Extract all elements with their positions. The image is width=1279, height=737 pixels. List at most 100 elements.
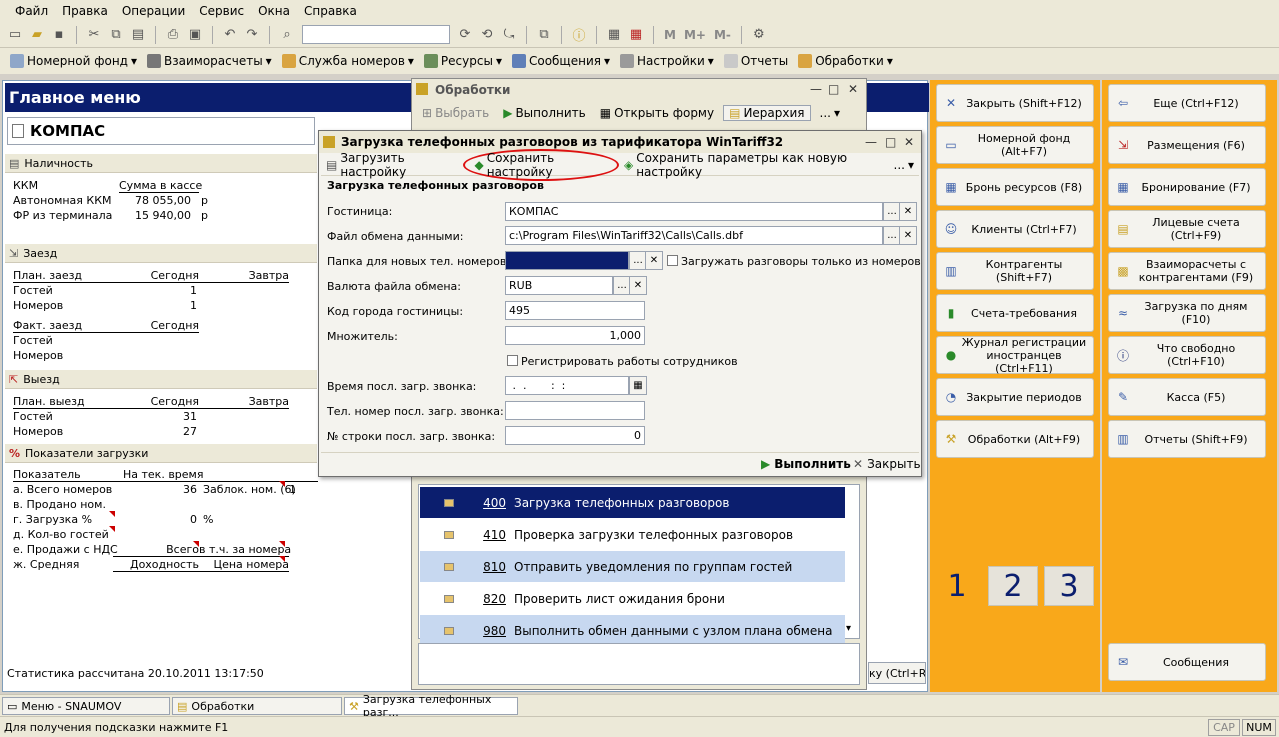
messages-button[interactable]: ✉ Сообщения: [1108, 643, 1266, 681]
memory-plus-icon[interactable]: M+: [682, 28, 708, 42]
folio-button[interactable]: ▤ Лицевые счета (Ctrl+F9): [1108, 210, 1266, 248]
cash-button[interactable]: ✎ Касса (F5): [1108, 378, 1266, 416]
task-phone-calls[interactable]: ⚒ Загрузка телефонных разг...: [344, 693, 518, 719]
more-button[interactable]: ... ▾: [815, 106, 845, 120]
cash-section-header[interactable]: ▤ Наличность: [5, 154, 317, 173]
close-button[interactable]: ✕: [848, 82, 858, 96]
more-shortcut-button[interactable]: ⇦ Еще (Ctrl+F12): [1108, 84, 1266, 122]
toolbar-rooms[interactable]: Номерной фонд ▾: [6, 54, 141, 68]
menu-windows[interactable]: Окна: [251, 4, 297, 18]
list-item[interactable]: 820 Проверить лист ожидания брони: [420, 583, 845, 614]
toolbar-reports[interactable]: Отчеты: [720, 54, 792, 68]
hotel-field[interactable]: КОМПАС: [505, 202, 883, 221]
last-phone-field[interactable]: [505, 401, 645, 420]
info-icon[interactable]: ⓘ: [570, 26, 588, 44]
calculator-icon[interactable]: ▦: [605, 26, 623, 44]
find-next-icon[interactable]: ⟳: [456, 26, 474, 44]
find-prev-icon[interactable]: ⟲: [478, 26, 496, 44]
list-item[interactable]: 410 Проверка загрузки телефонных разгово…: [420, 519, 845, 550]
menu-operations[interactable]: Операции: [115, 4, 192, 18]
checkin-section-header[interactable]: ⇲ Заезд: [5, 244, 317, 263]
only-from-numbers-checkbox[interactable]: [667, 255, 678, 266]
period-close-button[interactable]: ◔ Закрытие периодов: [936, 378, 1094, 416]
undo-icon[interactable]: ↶: [221, 26, 239, 44]
redo-icon[interactable]: ↷: [243, 26, 261, 44]
dialog-run-button[interactable]: ▶ Выполнить: [761, 457, 851, 471]
settlements-button[interactable]: ▩ Взаиморасчеты с контрагентами (F9): [1108, 252, 1266, 290]
last-time-field[interactable]: . . : :: [505, 376, 629, 395]
toolbar-settlements[interactable]: Взаиморасчеты ▾: [143, 54, 276, 68]
save-settings-button[interactable]: ◆ Сохранить настройку: [462, 148, 619, 181]
task-main-menu[interactable]: ▭ Меню - SNAUMOV: [2, 697, 170, 715]
open-form-button[interactable]: ▦ Открыть форму: [595, 106, 719, 120]
load-section-header[interactable]: % Показатели загрузки: [5, 444, 317, 463]
clients-button[interactable]: ☺ Клиенты (Ctrl+F7): [936, 210, 1094, 248]
last-row-field[interactable]: 0: [505, 426, 645, 445]
folder-field[interactable]: [505, 251, 629, 270]
processing-shortcut-button[interactable]: ⚒ Обработки (Alt+F9): [936, 420, 1094, 458]
task-processing[interactable]: ▤ Обработки: [172, 697, 342, 715]
paste-icon[interactable]: ▤: [129, 26, 147, 44]
toolbar-resources[interactable]: Ресурсы ▾: [420, 54, 506, 68]
tab-3[interactable]: 3: [1044, 566, 1094, 606]
print-icon[interactable]: ⎙: [164, 26, 182, 44]
list-item[interactable]: 400 Загрузка телефонных разговоров: [420, 487, 845, 518]
tools-icon[interactable]: ⚙: [750, 26, 768, 44]
accommodation-button[interactable]: ⇲ Размещения (F6): [1108, 126, 1266, 164]
new-document-icon[interactable]: ▭: [6, 26, 24, 44]
rooms-shortcut-button[interactable]: ▭ Номерной фонд (Alt+F7): [936, 126, 1094, 164]
partial-button[interactable]: ку (Ctrl+R): [868, 662, 926, 684]
scroll-down-icon[interactable]: ▾: [846, 623, 851, 634]
toolbar-room-service[interactable]: Служба номеров ▾: [278, 54, 418, 68]
search-icon[interactable]: ⌕: [278, 26, 296, 44]
maximize-button[interactable]: □: [885, 135, 896, 149]
register-staff-checkbox[interactable]: [507, 355, 518, 366]
menu-service[interactable]: Сервис: [192, 4, 251, 18]
dialog-more-button[interactable]: ... ▾: [889, 158, 919, 172]
find-all-icon[interactable]: ⤿: [500, 26, 518, 44]
hierarchy-button[interactable]: ▤ Иерархия: [723, 105, 811, 121]
folder-clear-button[interactable]: ✕: [645, 251, 663, 270]
file-field[interactable]: c:\Program Files\WinTariff32\Calls\Calls…: [505, 226, 883, 245]
search-combo[interactable]: [302, 25, 450, 44]
resources-booking-button[interactable]: ▦ Бронь ресурсов (F8): [936, 168, 1094, 206]
save-icon[interactable]: ▪: [50, 26, 68, 44]
maximize-button[interactable]: □: [828, 82, 839, 96]
toolbar-messages[interactable]: Сообщения ▾: [508, 54, 614, 68]
foreigners-journal-button[interactable]: ● Журнал регистрации иностранцев (Ctrl+F1…: [936, 336, 1094, 375]
booking-button[interactable]: ▦ Бронирование (F7): [1108, 168, 1266, 206]
menu-edit[interactable]: Правка: [55, 4, 115, 18]
availability-button[interactable]: ⓘ Что свободно (Ctrl+F10): [1108, 336, 1266, 374]
preview-icon[interactable]: ▣: [186, 26, 204, 44]
multiplier-field[interactable]: 1,000: [505, 326, 645, 345]
currency-field[interactable]: RUB: [505, 276, 613, 295]
checkout-section-header[interactable]: ⇱ Выезд: [5, 370, 317, 389]
memory-icon[interactable]: M: [662, 28, 678, 42]
menu-file[interactable]: Файл: [8, 4, 55, 18]
minimize-button[interactable]: —: [865, 135, 877, 149]
select-button[interactable]: ⊞ Выбрать: [417, 106, 494, 120]
file-clear-button[interactable]: ✕: [899, 226, 917, 245]
cut-icon[interactable]: ✂: [85, 26, 103, 44]
city-code-field[interactable]: 495: [505, 301, 645, 320]
minimize-button[interactable]: —: [810, 82, 822, 96]
hotel-clear-button[interactable]: ✕: [899, 202, 917, 221]
tab-1[interactable]: 1: [932, 566, 982, 606]
windows-icon[interactable]: ⧉: [535, 26, 553, 44]
contractors-button[interactable]: ▥ Контрагенты (Shift+F7): [936, 252, 1094, 290]
dialog-close-button[interactable]: ✕ Закрыть: [853, 457, 921, 471]
currency-clear-button[interactable]: ✕: [629, 276, 647, 295]
daily-load-button[interactable]: ≈ Загрузка по дням (F10): [1108, 294, 1266, 332]
memory-minus-icon[interactable]: M-: [712, 28, 733, 42]
load-settings-button[interactable]: ▤ Загрузить настройку: [321, 151, 463, 179]
toolbar-settings[interactable]: Настройки ▾: [616, 54, 718, 68]
open-folder-icon[interactable]: ▰: [28, 26, 46, 44]
run-button[interactable]: ▶ Выполнить: [498, 106, 591, 120]
list-item[interactable]: 810 Отправить уведомления по группам гос…: [420, 551, 845, 582]
invoices-button[interactable]: ▮ Счета-требования: [936, 294, 1094, 332]
reports-shortcut-button[interactable]: ▥ Отчеты (Shift+F9): [1108, 420, 1266, 458]
toolbar-processing[interactable]: Обработки ▾: [794, 54, 897, 68]
list-item[interactable]: 980 Выполнить обмен данными с узлом план…: [420, 615, 845, 646]
calendar-icon[interactable]: ▦: [627, 26, 645, 44]
close-shortcut-button[interactable]: ✕ Закрыть (Shift+F12): [936, 84, 1094, 122]
